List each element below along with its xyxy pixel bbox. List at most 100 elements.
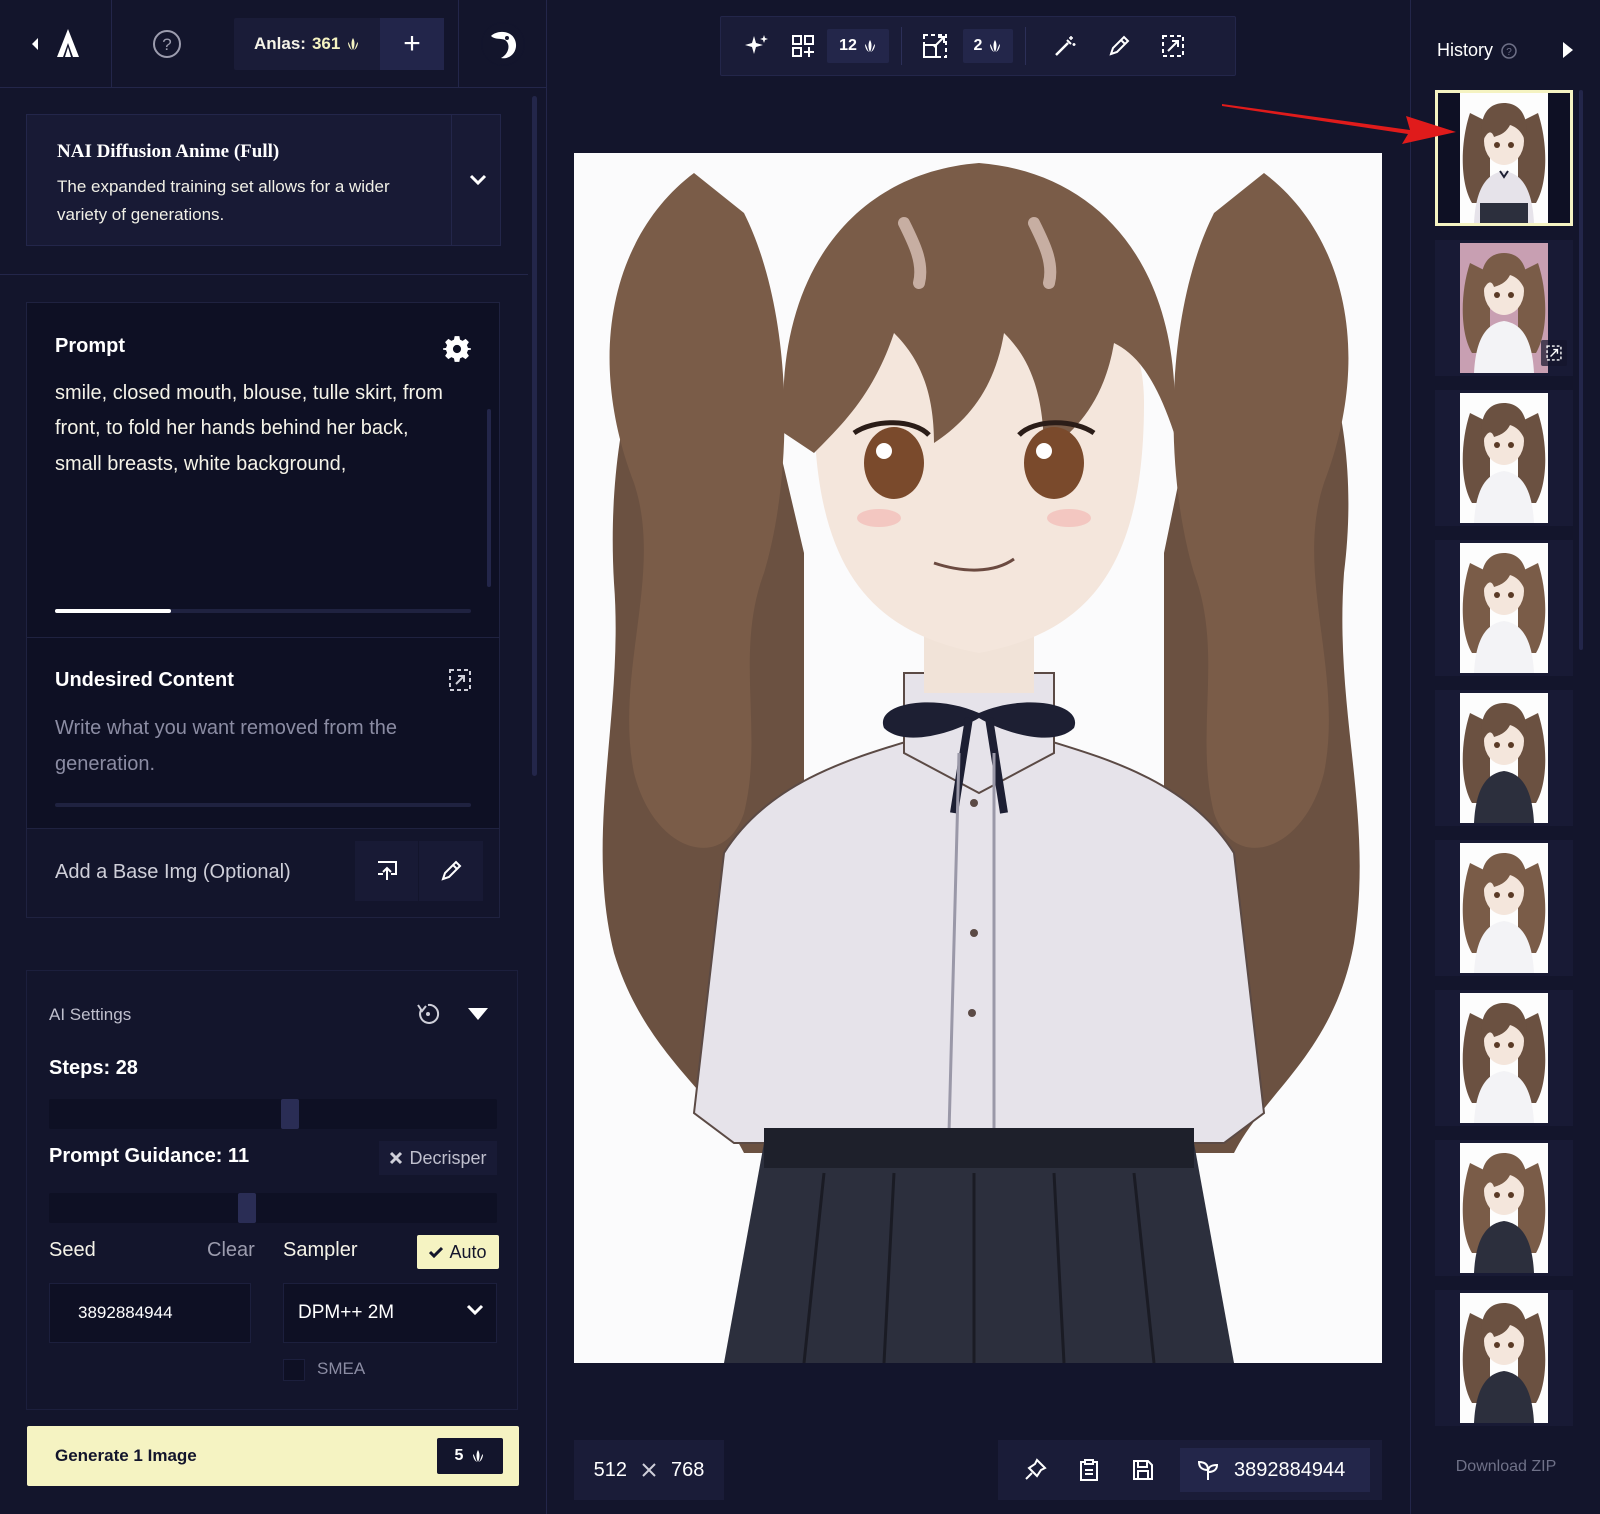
model-selector[interactable]: NAI Diffusion Anime (Full) The expanded … <box>26 114 501 246</box>
gear-icon[interactable] <box>443 335 471 363</box>
seed-input[interactable]: 3892884944 <box>49 1283 251 1343</box>
chevron-down-icon <box>466 1304 484 1316</box>
help-circle-icon[interactable]: ? <box>1501 42 1517 59</box>
history-thumbnail-image <box>1460 243 1548 373</box>
anlas-icon <box>990 40 1001 52</box>
enhance-button[interactable] <box>735 17 779 75</box>
upload-icon <box>377 861 397 880</box>
guidance-label: Prompt Guidance: <box>49 1145 223 1167</box>
prompt-scrollbar[interactable] <box>487 409 491 587</box>
model-dropdown-button[interactable] <box>455 115 501 245</box>
history-thumbnail[interactable] <box>1435 1290 1573 1426</box>
download-zip-button[interactable]: Download ZIP <box>1411 1458 1600 1476</box>
use-as-base-icon <box>1162 35 1184 57</box>
seed-chip-value: 3892884944 <box>1234 1458 1346 1481</box>
decrisper-label: Decrisper <box>409 1147 487 1168</box>
generated-image[interactable] <box>574 153 1382 1363</box>
close-icon <box>390 1151 403 1165</box>
reset-icon[interactable] <box>415 1001 441 1027</box>
copy-seed-button[interactable]: 3892884944 <box>1180 1448 1370 1492</box>
history-thumbnail-image <box>1460 693 1548 823</box>
image-width: 512 <box>593 1458 627 1481</box>
help-button[interactable]: ? <box>112 0 222 88</box>
history-thumbnail-image <box>1460 843 1548 973</box>
base-image-panel: Add a Base Img (Optional) <box>26 828 500 918</box>
guidance-slider-handle[interactable] <box>238 1193 257 1223</box>
buy-anlas-button[interactable]: + <box>380 18 444 70</box>
smea-checkbox[interactable] <box>283 1359 305 1381</box>
undesired-input[interactable]: Write what you want removed from the gen… <box>55 711 445 782</box>
sparkle-icon <box>745 35 768 54</box>
paint-image-button[interactable] <box>419 841 483 901</box>
magic-wand-button[interactable] <box>1043 17 1087 75</box>
steps-slider-handle[interactable] <box>281 1099 300 1129</box>
edit-image-button[interactable] <box>1097 17 1141 75</box>
prompt-token-bar <box>55 609 471 613</box>
variations-grid-icon <box>792 35 814 57</box>
chevron-left-icon <box>31 38 38 50</box>
seed-label: Seed <box>49 1239 96 1261</box>
steps-label: Steps: <box>49 1057 111 1079</box>
undesired-title: Undesired Content <box>55 669 234 691</box>
use-as-base-button[interactable] <box>1151 17 1195 75</box>
generate-cost: 5 <box>454 1447 464 1464</box>
anlas-icon <box>348 38 359 50</box>
upscale-button[interactable] <box>913 17 957 75</box>
pin-button[interactable] <box>1008 1440 1062 1500</box>
anlas-value: 361 <box>311 34 341 53</box>
magic-wand-icon <box>1055 36 1076 56</box>
clear-seed-button[interactable]: Clear <box>207 1239 255 1262</box>
history-thumbnail-illustration <box>1460 93 1548 223</box>
auto-sampler-toggle[interactable]: Auto <box>417 1235 499 1269</box>
copy-button[interactable] <box>1062 1440 1116 1500</box>
generate-cost-badge: 5 <box>437 1438 503 1474</box>
generate-label: Generate 1 Image <box>55 1446 197 1465</box>
image-dimensions: 512 768 <box>574 1440 724 1500</box>
history-scrollbar[interactable] <box>1579 90 1583 650</box>
decrisper-toggle[interactable]: Decrisper <box>379 1141 497 1175</box>
history-thumbnail[interactable] <box>1435 390 1573 526</box>
left-scrollbar[interactable] <box>532 96 537 776</box>
pin-icon <box>1025 1458 1047 1480</box>
guidance-slider[interactable] <box>49 1193 497 1223</box>
history-thumbnail[interactable] <box>1435 690 1573 826</box>
variations-button[interactable] <box>783 17 823 75</box>
history-thumbnail[interactable] <box>1435 540 1573 676</box>
model-description: The expanded training set allows for a w… <box>57 177 390 224</box>
generate-button[interactable]: Generate 1 Image 5 <box>27 1426 519 1486</box>
history-thumbnail-image <box>1460 393 1548 523</box>
sampler-select[interactable]: DPM++ 2M <box>283 1283 497 1343</box>
ai-settings-title: AI Settings <box>49 1005 132 1024</box>
times-icon <box>642 1463 656 1477</box>
history-title: History <box>1437 40 1494 60</box>
red-arrow-annotation <box>1222 104 1456 144</box>
prompt-input[interactable]: best quality, amazing quality, very aest… <box>55 369 445 597</box>
anlas-label-group: Anlas: 361 <box>234 18 380 70</box>
history-thumbnail[interactable] <box>1435 840 1573 976</box>
history-thumbnail-illustration <box>1460 843 1548 973</box>
history-thumbnail[interactable] <box>1435 240 1573 376</box>
image-toolbar: 12 2 <box>720 16 1236 76</box>
model-separator <box>451 115 452 245</box>
collapse-history-icon[interactable] <box>1561 40 1575 60</box>
variations-cost: 12 <box>827 29 889 63</box>
svg-text:?: ? <box>162 35 171 54</box>
prompt-token-bar-fill <box>55 609 172 613</box>
history-thumbnail-image <box>1460 1143 1548 1273</box>
upload-image-button[interactable] <box>355 841 419 901</box>
use-as-base-icon[interactable] <box>1541 340 1567 366</box>
history-thumbnail-illustration <box>1460 1293 1548 1423</box>
history-thumbnail[interactable] <box>1435 990 1573 1126</box>
steps-slider[interactable] <box>49 1099 497 1129</box>
left-panel: ? Anlas: 361 + NAI Diffusion Anime (Full… <box>0 0 547 1514</box>
seedling-icon <box>1197 1460 1219 1480</box>
save-icon <box>1133 1460 1153 1480</box>
collapse-triangle-icon[interactable] <box>465 1003 491 1025</box>
account-button[interactable] <box>458 0 547 88</box>
undesired-settings-icon[interactable] <box>447 667 473 693</box>
save-button[interactable] <box>1116 1440 1170 1500</box>
image-actions-bar: 3892884944 <box>998 1440 1382 1500</box>
back-logo-button[interactable] <box>0 0 112 88</box>
base-image-label: Add a Base Img (Optional) <box>55 861 291 883</box>
history-thumbnail[interactable] <box>1435 1140 1573 1276</box>
